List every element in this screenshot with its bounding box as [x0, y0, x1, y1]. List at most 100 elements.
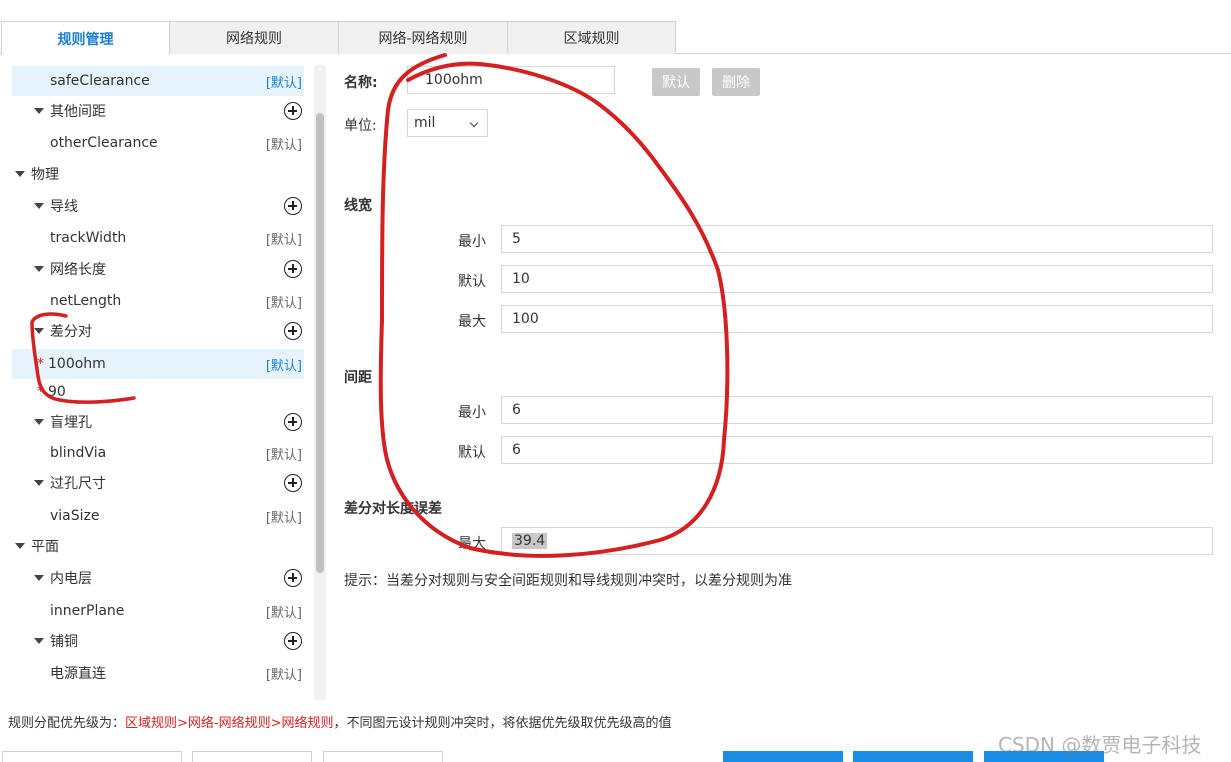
track-width-min-input[interactable]: 5	[501, 225, 1213, 253]
unit-label: 单位:	[344, 118, 377, 134]
caret-down-icon[interactable]	[34, 203, 44, 209]
tree-item-safeclearance[interactable]: safeClearance [默认]	[12, 66, 304, 96]
bottom-button-4[interactable]	[723, 751, 843, 762]
unit-select-value: mil	[414, 115, 436, 131]
rule-tree: safeClearance [默认] 其他间距 otherClearance […	[0, 62, 312, 700]
tree-item-label: 网络长度	[50, 262, 106, 278]
default-tag: [默认]	[265, 232, 302, 248]
track-width-min-label: 最小	[458, 234, 486, 250]
scrollbar-thumb[interactable]	[316, 113, 324, 573]
tree-item-label: trackWidth	[50, 230, 127, 246]
tree-item-otherclearance[interactable]: otherClearance [默认]	[12, 128, 304, 158]
track-width-max-input[interactable]: 100	[501, 305, 1213, 333]
default-button[interactable]: 默认	[652, 68, 700, 96]
add-icon[interactable]	[284, 474, 302, 492]
caret-down-icon[interactable]	[34, 480, 44, 486]
tab-rule-management[interactable]: 规则管理	[1, 21, 170, 55]
spacing-title: 间距	[344, 370, 372, 386]
bottom-button-5[interactable]	[853, 751, 973, 762]
tree-scrollbar[interactable]	[314, 65, 326, 700]
caret-down-icon[interactable]	[15, 171, 25, 177]
tree-item-label: 物理	[31, 167, 59, 183]
add-icon[interactable]	[284, 569, 302, 587]
delete-button[interactable]: 删除	[712, 68, 760, 96]
caret-down-icon[interactable]	[34, 266, 44, 272]
caret-down-icon[interactable]	[34, 419, 44, 425]
caret-down-icon[interactable]	[34, 108, 44, 114]
add-icon[interactable]	[284, 197, 302, 215]
add-icon[interactable]	[284, 632, 302, 650]
track-width-title: 线宽	[344, 198, 372, 214]
tree-item-label: netLength	[50, 293, 122, 309]
spacing-default-label: 默认	[458, 445, 486, 461]
caret-down-icon[interactable]	[34, 638, 44, 644]
selected-text: 39.4	[512, 533, 548, 549]
tree-item-label: 100ohm	[48, 356, 106, 372]
bottom-button-3[interactable]	[323, 751, 443, 762]
caret-down-icon[interactable]	[34, 575, 44, 581]
tree-group-via-size[interactable]: 过孔尺寸	[12, 468, 304, 498]
tree-category-plane[interactable]: 平面	[12, 531, 304, 561]
caret-down-icon[interactable]	[34, 328, 44, 334]
default-tag: [默认]	[265, 75, 302, 91]
tab-region-rules[interactable]: 区域规则	[507, 21, 676, 54]
tree-item-viasize[interactable]: viaSize [默认]	[12, 501, 304, 531]
tree-category-physical[interactable]: 物理	[12, 159, 304, 189]
unit-select[interactable]: mil	[407, 109, 488, 137]
default-tag: [默认]	[265, 667, 302, 683]
tree-item-label: 铺铜	[50, 634, 78, 650]
tree-group-net-length[interactable]: 网络长度	[12, 254, 304, 284]
tree-item-label: safeClearance	[50, 73, 150, 89]
add-icon[interactable]	[284, 260, 302, 278]
add-icon[interactable]	[284, 322, 302, 340]
spacing-default-input[interactable]: 6	[501, 436, 1213, 464]
bottom-button-2[interactable]	[192, 751, 312, 762]
tree-item-label: 内电层	[50, 571, 92, 587]
tree-item-blindvia[interactable]: blindVia [默认]	[12, 438, 304, 468]
tree-item-innerplane[interactable]: innerPlane [默认]	[12, 596, 304, 626]
tree-item-label: blindVia	[50, 445, 107, 461]
caret-down-icon[interactable]	[15, 543, 25, 549]
tree-item-label: 盲埋孔	[50, 415, 92, 431]
tab-net-rules[interactable]: 网络规则	[169, 21, 339, 54]
track-width-max-label: 最大	[458, 314, 486, 330]
tree-item-label: 平面	[31, 539, 59, 555]
tab-net-net-rules[interactable]: 网络-网络规则	[338, 21, 508, 54]
tree-item-power-direct[interactable]: 电源直连 [默认]	[12, 658, 304, 688]
modified-star-icon: *	[37, 356, 44, 372]
priority-note: 规则分配优先级为：区域规则>网络-网络规则>网络规则，不同图元设计规则冲突时，将…	[8, 712, 672, 731]
modified-star-icon: *	[37, 384, 44, 400]
tree-item-label: 90	[48, 384, 66, 400]
track-width-default-input[interactable]: 10	[501, 265, 1213, 293]
tree-group-copper-pour[interactable]: 铺铜	[12, 626, 304, 656]
track-width-default-label: 默认	[458, 274, 486, 290]
tree-item-netlength[interactable]: netLength [默认]	[12, 286, 304, 316]
bottom-button-1[interactable]	[2, 751, 182, 762]
diff-length-max-label: 最大	[458, 536, 486, 552]
default-tag: [默认]	[265, 447, 302, 463]
priority-note-suffix: ，不同图元设计规则冲突时，将依据优先级取优先级高的值	[333, 716, 672, 731]
tree-item-90[interactable]: * 90	[12, 377, 304, 407]
priority-note-prefix: 规则分配优先级为：	[8, 716, 126, 731]
diff-length-max-input[interactable]: 39.4	[501, 527, 1213, 555]
tree-item-label: viaSize	[50, 508, 100, 524]
tree-item-100ohm[interactable]: * 100ohm [默认]	[12, 349, 304, 379]
default-tag: [默认]	[265, 295, 302, 311]
tree-group-track[interactable]: 导线	[12, 191, 304, 221]
tree-item-trackwidth[interactable]: trackWidth [默认]	[12, 223, 304, 253]
tree-group-blind-via[interactable]: 盲埋孔	[12, 407, 304, 437]
default-tag: [默认]	[265, 137, 302, 153]
tree-item-label: 过孔尺寸	[50, 476, 106, 492]
add-icon[interactable]	[284, 413, 302, 431]
default-tag: [默认]	[265, 510, 302, 526]
tree-group-other-clearance[interactable]: 其他间距	[12, 96, 304, 126]
tree-item-label: 电源直连	[50, 666, 106, 682]
tree-item-label: innerPlane	[50, 603, 125, 619]
spacing-min-input[interactable]: 6	[501, 396, 1213, 424]
name-input[interactable]: 100ohm	[407, 66, 615, 94]
add-icon[interactable]	[284, 102, 302, 120]
default-tag: [默认]	[265, 605, 302, 621]
hint-text: 提示：当差分对规则与安全间距规则和导线规则冲突时，以差分规则为准	[344, 573, 792, 589]
tree-group-diff-pair[interactable]: 差分对	[12, 316, 304, 346]
tree-group-inner-plane[interactable]: 内电层	[12, 563, 304, 593]
